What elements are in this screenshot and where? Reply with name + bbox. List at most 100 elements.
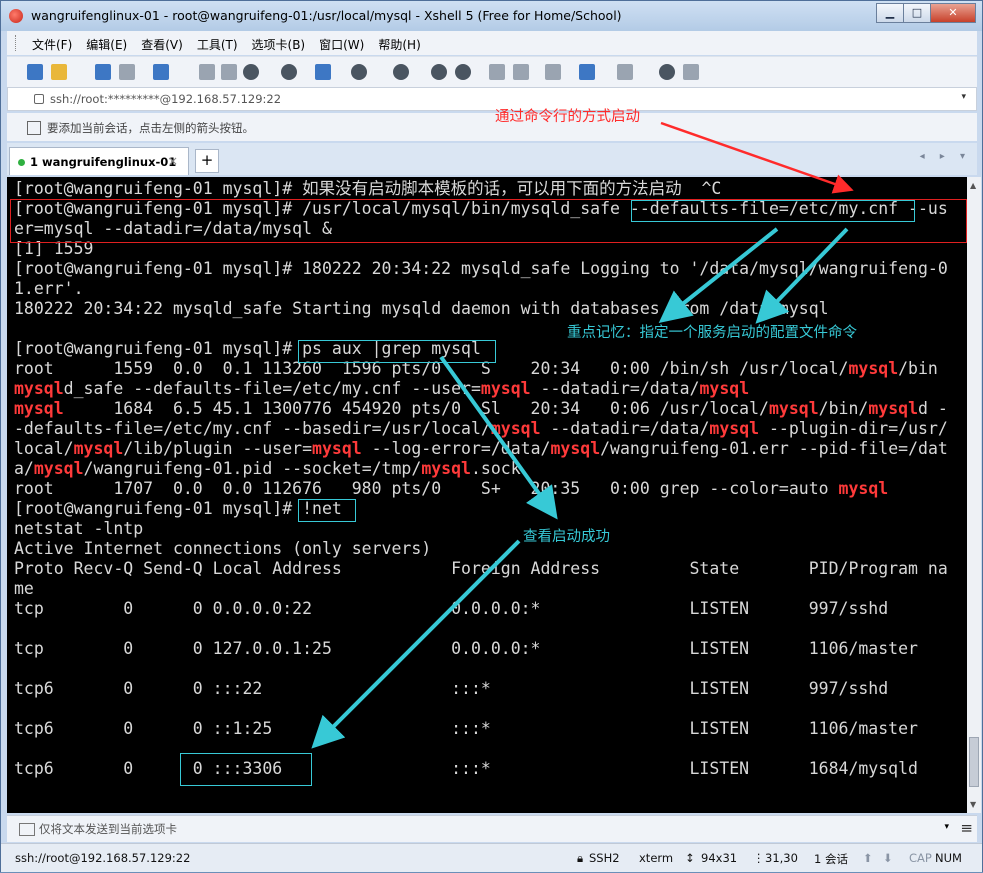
minimize-button[interactable]: ▁ [876, 3, 904, 23]
send-bar-menu-icon[interactable]: ≡ [960, 819, 973, 837]
session-prev-icon[interactable]: ⬆ [863, 851, 873, 865]
send-text-bar: 仅将文本发送到当前选项卡 ▾ ≡ [7, 815, 977, 842]
arrow-add-session-icon[interactable] [27, 121, 41, 135]
highlighted-match: mysql [848, 359, 899, 378]
terminal-text: Active Internet connections (only server… [14, 539, 432, 558]
status-protocol: SSH2 [589, 851, 620, 865]
terminal-line: tcp 0 0 0.0.0.0:22 0.0.0.0:* LISTEN 997/… [14, 599, 888, 619]
terminal-line: tcp 0 0 127.0.0.1:25 0.0.0.0:* LISTEN 11… [14, 639, 918, 659]
title-bar[interactable]: wangruifenglinux-01 - root@wangruifeng-0… [1, 1, 982, 31]
scroll-thumb[interactable] [969, 737, 979, 787]
tunnel-icon[interactable] [455, 64, 471, 80]
add-compose-icon[interactable] [579, 64, 595, 80]
menu-view[interactable]: 查看(V) [134, 31, 190, 53]
properties-icon[interactable] [153, 64, 169, 80]
terminal-text: 180222 20:34:22 mysqld_safe Starting mys… [14, 299, 829, 318]
scroll-down-icon[interactable]: ▼ [970, 800, 976, 809]
annotation-cmd-start: 通过命令行的方式启动 [495, 109, 640, 125]
highlighted-match: mysql [421, 459, 471, 478]
new-tab-button[interactable]: + [195, 149, 219, 173]
session-hint-text: 要添加当前会话，点击左侧的箭头按钮。 [47, 121, 254, 135]
tab-session-1[interactable]: 1 wangruifenglinux-01 × [9, 147, 189, 175]
highlighted-match: mysql [699, 379, 750, 398]
highlighted-match: mysql [33, 459, 84, 478]
terminal-line: a/mysql/wangruifeng-01.pid --socket=/tmp… [14, 459, 521, 479]
connect-icon[interactable] [95, 64, 111, 80]
terminal-line: tcp6 0 0 :::22 :::* LISTEN 997/sshd [14, 679, 888, 699]
address-bar[interactable]: ssh://root:*********@192.168.57.129:22 ▾ [7, 87, 977, 111]
menu-edit[interactable]: 编辑(E) [79, 31, 134, 53]
terminal-line: 180222 20:34:22 mysqld_safe Starting mys… [14, 299, 829, 319]
menu-file[interactable]: 文件(F) [25, 31, 79, 53]
menu-help[interactable]: 帮助(H) [371, 31, 427, 53]
session-hint-bar: 要添加当前会话，点击左侧的箭头按钮。 [7, 113, 977, 141]
menu-bar: 文件(F) 编辑(E) 查看(V) 工具(T) 选项卡(B) 窗口(W) 帮助(H) [7, 31, 977, 55]
highlighted-match: mysql [14, 399, 64, 418]
highlighted-match: mysql [768, 399, 819, 418]
terminal-line: tcp6 0 0 :::3306 :::* LISTEN 1684/mysqld [14, 759, 918, 779]
terminal-line: [root@wangruifeng-01 mysql]# 180222 20:3… [14, 259, 948, 279]
globe-icon[interactable] [351, 64, 367, 80]
terminal-line: [root@wangruifeng-01 mysql]# !net [14, 499, 342, 519]
terminal-text: tcp6 0 0 :::22 :::* LISTEN 997/sshd [14, 679, 889, 698]
ps-aux-highlight-box [298, 340, 496, 363]
menu-tools[interactable]: 工具(T) [190, 31, 245, 53]
address-dropdown-icon[interactable]: ▾ [961, 92, 966, 102]
close-button[interactable]: ✕ [930, 3, 976, 23]
help-icon[interactable] [659, 64, 675, 80]
terminal-text: [root@wangruifeng-01 mysql]# !net [14, 499, 342, 518]
session-next-icon[interactable]: ⬇ [883, 851, 893, 865]
status-size-icon: ↕ [685, 851, 695, 865]
find-icon[interactable] [243, 64, 259, 80]
compose-icon[interactable] [19, 823, 35, 836]
terminal-text: local/ [14, 439, 74, 458]
lock-icon[interactable] [513, 64, 529, 80]
status-num: NUM [935, 851, 962, 865]
address-value[interactable]: ssh://root:*********@192.168.57.129:22 [50, 92, 281, 106]
terminal-text: .sock [470, 459, 521, 478]
terminal-text: -defaults-file=/etc/my.cnf --basedir=/us… [14, 419, 491, 438]
terminal-line: root 1707 0.0 0.0 112676 980 pts/0 S+ 20… [14, 479, 888, 499]
tab-label[interactable]: 1 wangruifenglinux-01 [30, 155, 176, 169]
copy-icon[interactable] [199, 64, 215, 80]
status-cursor-icon: ⋮ [753, 851, 765, 865]
tab-nav-icons[interactable]: ◂ ▸ ▾ [920, 151, 971, 162]
terminal-output[interactable]: [root@wangruifeng-01 mysql]# 如果没有启动脚本模板的… [7, 177, 967, 813]
layout-icon[interactable] [617, 64, 633, 80]
xftp-icon[interactable] [431, 64, 447, 80]
keyboard-icon[interactable] [545, 64, 561, 80]
menu-tabs[interactable]: 选项卡(B) [245, 31, 313, 53]
print-icon[interactable] [281, 64, 297, 80]
terminal-text: --plugin-dir=/usr/ [759, 419, 948, 438]
open-folder-icon[interactable] [51, 64, 67, 80]
terminal-text: netstat -lntp [14, 519, 144, 538]
terminal-line: mysqld_safe --defaults-file=/etc/my.cnf … [14, 379, 749, 399]
transfer-icon[interactable] [315, 64, 331, 80]
terminal-text: tcp6 0 0 :::3306 :::* LISTEN 1684/mysqld [14, 759, 918, 778]
terminal-line: local/mysql/lib/plugin --user=mysql --lo… [14, 439, 948, 459]
menu-window[interactable]: 窗口(W) [312, 31, 371, 53]
disconnect-icon[interactable] [119, 64, 135, 80]
xshell-window: wangruifenglinux-01 - root@wangruifeng-0… [0, 0, 983, 872]
new-session-icon[interactable] [27, 64, 43, 80]
terminal-text: /wangruifeng-01.err --pid-file=/dat [600, 439, 948, 458]
font-icon[interactable] [393, 64, 409, 80]
terminal-line: Active Internet connections (only server… [14, 539, 431, 559]
status-connection: ssh://root@192.168.57.129:22 [15, 851, 191, 865]
chat-icon[interactable] [683, 64, 699, 80]
maximize-button[interactable]: □ [903, 3, 931, 23]
tab-close-icon[interactable]: × [168, 154, 178, 168]
send-text-input[interactable]: 仅将文本发送到当前选项卡 [39, 821, 177, 837]
annotation-check-success: 查看启动成功 [523, 529, 610, 545]
terminal-scrollbar[interactable]: ▲ ▼ [967, 177, 981, 813]
highlighted-match: mysql [550, 439, 601, 458]
paste-icon[interactable] [221, 64, 237, 80]
terminal-text: /bin/ [818, 399, 869, 418]
highlighted-match: mysql [838, 479, 889, 498]
scroll-up-icon[interactable]: ▲ [970, 181, 976, 190]
fullscreen-icon[interactable] [489, 64, 505, 80]
menu-grip[interactable] [15, 35, 19, 51]
send-target-dropdown-icon[interactable]: ▾ [944, 822, 949, 832]
xshell-app-icon[interactable] [9, 9, 23, 23]
status-cursor: 31,30 [765, 851, 798, 865]
